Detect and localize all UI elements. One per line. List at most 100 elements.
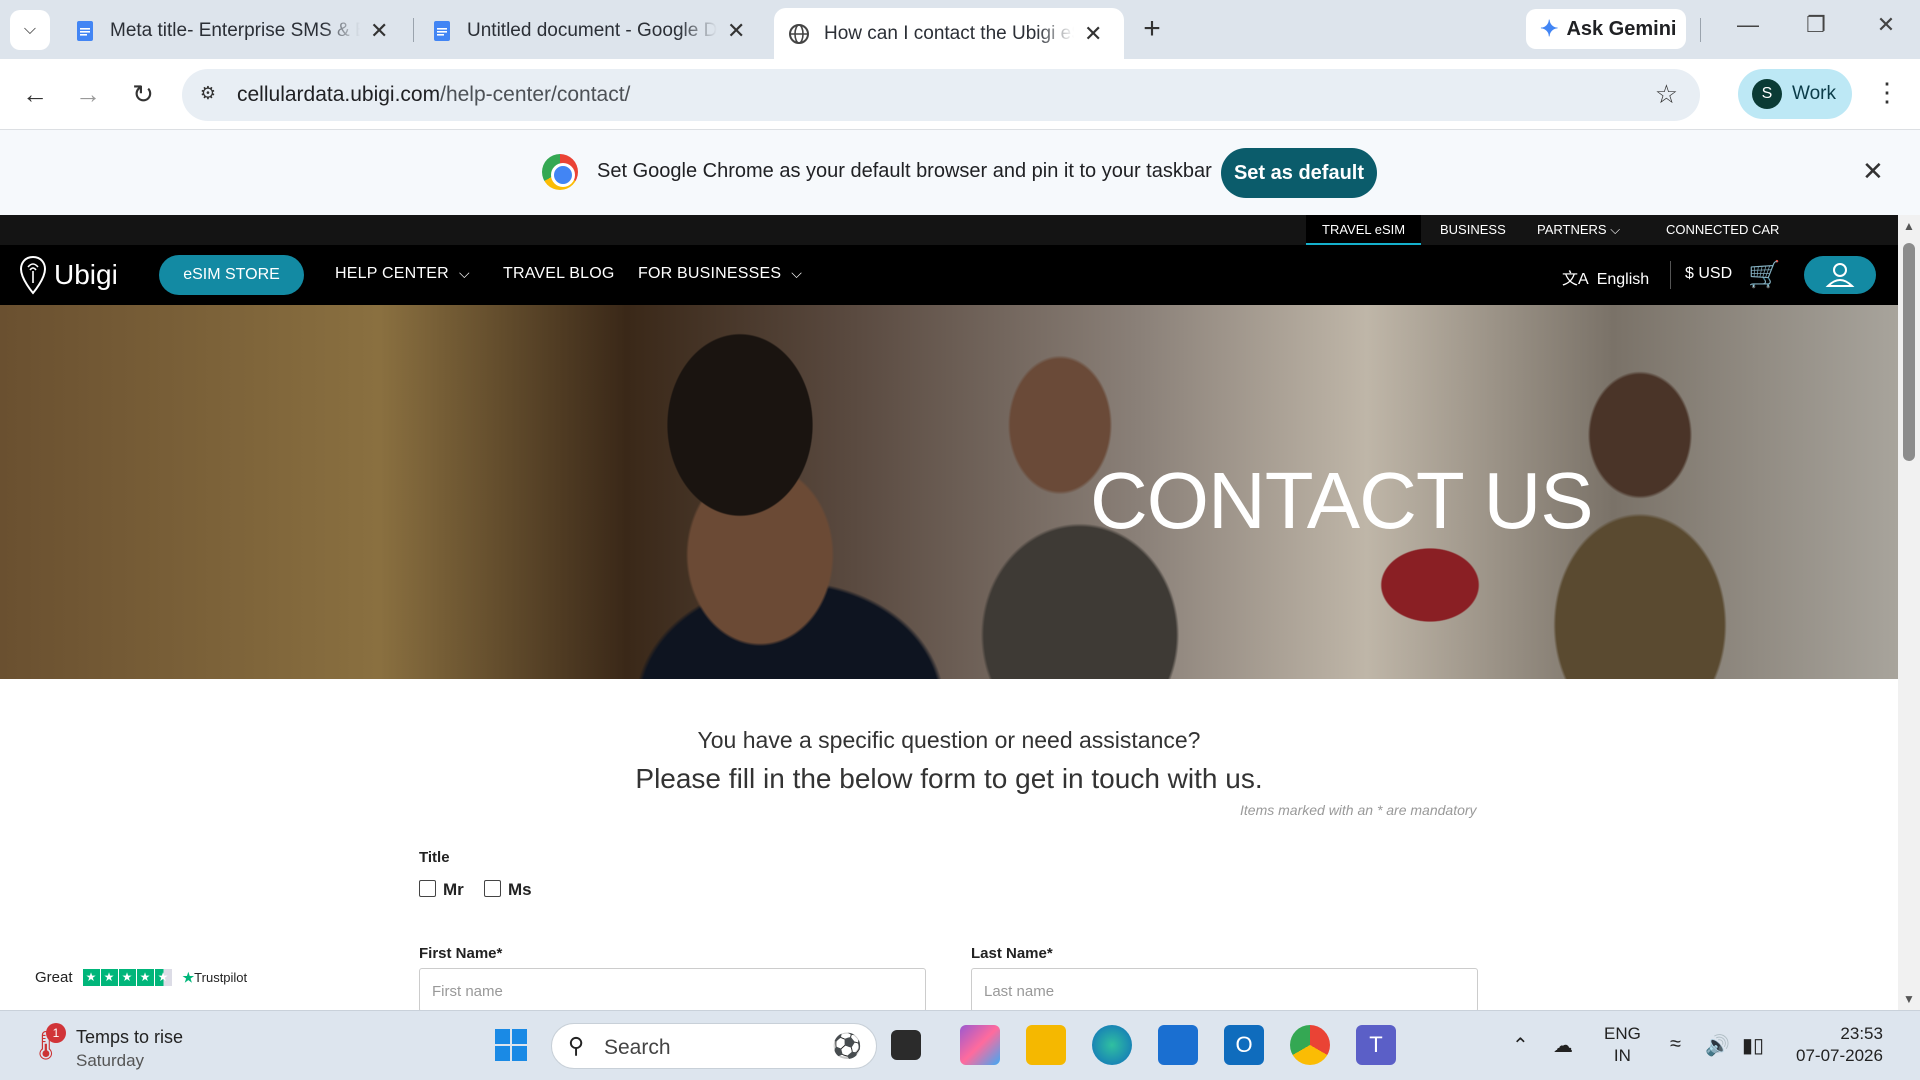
m365-icon[interactable] bbox=[960, 1025, 1000, 1065]
language-selector[interactable]: 文A English bbox=[1562, 265, 1649, 289]
instruction-heading: Please fill in the below form to get in … bbox=[635, 763, 1263, 794]
topbar-travel-esim[interactable]: TRAVEL eSIM bbox=[1306, 215, 1422, 245]
scrollbar-thumb[interactable] bbox=[1903, 243, 1915, 461]
tab-ubigi-contact[interactable]: How can I contact the Ubigi eSI ✕ bbox=[774, 8, 1124, 60]
battery-icon[interactable]: ▮▯ bbox=[1742, 1033, 1764, 1058]
new-tab-button[interactable]: + bbox=[1135, 12, 1169, 46]
nav-help-center[interactable]: HELP CENTER ⌵ bbox=[335, 265, 470, 283]
tab-title: Untitled document - Google Do bbox=[467, 20, 717, 41]
ask-gemini-label: Ask Gemini bbox=[1566, 17, 1677, 40]
mandatory-note: Items marked with an * are mandatory bbox=[1240, 802, 1477, 818]
topbar-partners-label: PARTNERS bbox=[1537, 222, 1607, 237]
volume-icon[interactable]: 🔊 bbox=[1705, 1033, 1730, 1058]
onedrive-icon[interactable]: ☁ bbox=[1553, 1033, 1573, 1058]
tab-meta-title[interactable]: Meta title- Enterprise SMS & Bu ✕ bbox=[60, 8, 410, 54]
close-window-icon[interactable]: ✕ bbox=[1866, 12, 1906, 38]
tab-separator bbox=[413, 18, 414, 42]
weather-widget[interactable]: 🌡 1 Temps to rise Saturday bbox=[28, 1023, 248, 1071]
question-heading: You have a specific question or need ass… bbox=[697, 727, 1201, 753]
close-tab-icon[interactable]: ✕ bbox=[370, 18, 388, 44]
nav-for-businesses[interactable]: FOR BUSINESSES ⌵ bbox=[638, 265, 802, 283]
user-icon bbox=[1825, 263, 1855, 287]
microsoft-store-icon[interactable] bbox=[1158, 1025, 1198, 1065]
ask-gemini-button[interactable]: ✦ Ask Gemini bbox=[1526, 9, 1686, 49]
nav-divider bbox=[1670, 261, 1671, 289]
windows-taskbar: 🌡 1 Temps to rise Saturday ⚲ Search ⚽ O … bbox=[0, 1010, 1920, 1080]
tab-strip: ⌵ Meta title- Enterprise SMS & Bu ✕ Unti… bbox=[0, 0, 1920, 60]
hero-banner: CONTACT US bbox=[0, 305, 1898, 679]
last-name-field[interactable]: Last name bbox=[971, 968, 1478, 1010]
language-indicator[interactable]: ENG IN bbox=[1604, 1023, 1641, 1067]
banner-message: Set Google Chrome as your default browse… bbox=[597, 160, 1212, 182]
clock-time: 23:53 bbox=[1840, 1024, 1883, 1043]
chevron-down-icon: ⌵ bbox=[1610, 222, 1621, 237]
close-banner-icon[interactable]: ✕ bbox=[1862, 156, 1884, 187]
tab-untitled-document[interactable]: Untitled document - Google Do ✕ bbox=[417, 8, 767, 54]
topbar-partners[interactable]: PARTNERS ⌵ bbox=[1537, 215, 1620, 245]
trustpilot-star-icon: ★ bbox=[182, 969, 195, 985]
topbar-connected-car[interactable]: CONNECTED CAR bbox=[1666, 215, 1779, 245]
site-top-bar: TRAVEL eSIM BUSINESS PARTNERS ⌵ CONNECTE… bbox=[0, 215, 1898, 245]
ms-checkbox[interactable] bbox=[484, 880, 501, 897]
show-hidden-icons[interactable]: ⌃ bbox=[1512, 1033, 1529, 1058]
scroll-down-icon[interactable]: ▼ bbox=[1903, 992, 1915, 1006]
page-scrollbar[interactable]: ▲ ▼ bbox=[1898, 215, 1920, 1010]
mr-label: Mr bbox=[443, 880, 464, 899]
task-view-icon[interactable] bbox=[891, 1030, 921, 1060]
url-text[interactable]: cellulardata.ubigi.com/help-center/conta… bbox=[237, 83, 630, 107]
first-name-field[interactable]: First name bbox=[419, 968, 926, 1010]
tab-title: How can I contact the Ubigi eSI bbox=[824, 23, 1074, 44]
forward-icon[interactable]: → bbox=[67, 73, 109, 115]
taskbar-search[interactable]: ⚲ Search ⚽ bbox=[551, 1023, 877, 1069]
trustpilot-stars: ★ ★ ★ ★ ★ bbox=[82, 969, 173, 986]
file-explorer-icon[interactable] bbox=[1026, 1025, 1066, 1065]
ubigi-logo[interactable]: Ubigi bbox=[18, 255, 118, 295]
reload-icon[interactable]: ↻ bbox=[122, 73, 164, 115]
profile-button[interactable]: S Work bbox=[1738, 69, 1852, 119]
back-icon[interactable]: ← bbox=[14, 73, 56, 115]
scroll-up-icon[interactable]: ▲ bbox=[1903, 219, 1915, 233]
more-menu-icon[interactable]: ⋮ bbox=[1872, 77, 1902, 108]
nav-label: HELP CENTER bbox=[335, 265, 449, 282]
trustpilot-logo: ★Trustpilot bbox=[183, 970, 248, 986]
system-clock[interactable]: 23:53 07-07-2026 bbox=[1796, 1023, 1883, 1067]
minimize-icon[interactable]: — bbox=[1728, 12, 1768, 38]
topbar-business[interactable]: BUSINESS bbox=[1440, 215, 1506, 245]
trustpilot-rating-word: Great bbox=[35, 969, 73, 986]
close-tab-icon[interactable]: ✕ bbox=[727, 18, 745, 44]
tab-title: Meta title- Enterprise SMS & Bu bbox=[110, 20, 360, 41]
ubigi-pin-icon bbox=[19, 255, 47, 295]
translate-icon: 文A bbox=[1562, 271, 1589, 288]
search-label: Search bbox=[604, 1036, 671, 1059]
chrome-taskbar-icon[interactable] bbox=[1290, 1025, 1330, 1065]
hero-title: CONTACT US bbox=[1090, 456, 1594, 545]
cart-icon[interactable]: 🛒 bbox=[1748, 259, 1780, 290]
currency-selector[interactable]: $ USD bbox=[1685, 265, 1732, 283]
esim-store-button[interactable]: eSIM STORE bbox=[159, 255, 304, 295]
star-icon: ★ bbox=[118, 969, 136, 986]
close-tab-icon[interactable]: ✕ bbox=[1084, 21, 1102, 47]
edge-icon[interactable] bbox=[1092, 1025, 1132, 1065]
set-as-default-button[interactable]: Set as default bbox=[1221, 148, 1377, 198]
mr-checkbox[interactable] bbox=[419, 880, 436, 897]
nav-travel-blog[interactable]: TRAVEL BLOG bbox=[503, 265, 615, 283]
first-name-label: First Name* bbox=[419, 945, 503, 962]
gemini-sparkle-icon: ✦ bbox=[1540, 16, 1559, 41]
windows-start-icon[interactable] bbox=[491, 1025, 531, 1065]
wifi-icon[interactable]: ≈ bbox=[1670, 1033, 1681, 1056]
contact-form-section: You have a specific question or need ass… bbox=[0, 679, 1898, 1010]
avatar: S bbox=[1752, 79, 1782, 109]
default-browser-banner: Set Google Chrome as your default browse… bbox=[0, 130, 1920, 215]
notification-badge: 1 bbox=[46, 1023, 66, 1043]
search-icon: ⚲ bbox=[568, 1033, 585, 1058]
account-button[interactable] bbox=[1804, 256, 1876, 294]
restore-icon[interactable]: ❐ bbox=[1796, 12, 1836, 38]
bookmark-star-icon[interactable]: ☆ bbox=[1655, 79, 1678, 110]
teams-icon[interactable]: T bbox=[1356, 1025, 1396, 1065]
address-bar[interactable]: ⚙ cellulardata.ubigi.com/help-center/con… bbox=[182, 69, 1700, 121]
site-info-icon[interactable]: ⚙ bbox=[196, 83, 220, 107]
trustpilot-widget[interactable]: Great ★ ★ ★ ★ ★ ★Trustpilot bbox=[35, 969, 247, 986]
tab-search-button[interactable]: ⌵ bbox=[10, 10, 50, 50]
ms-label: Ms bbox=[508, 880, 532, 899]
outlook-icon[interactable]: O bbox=[1224, 1025, 1264, 1065]
